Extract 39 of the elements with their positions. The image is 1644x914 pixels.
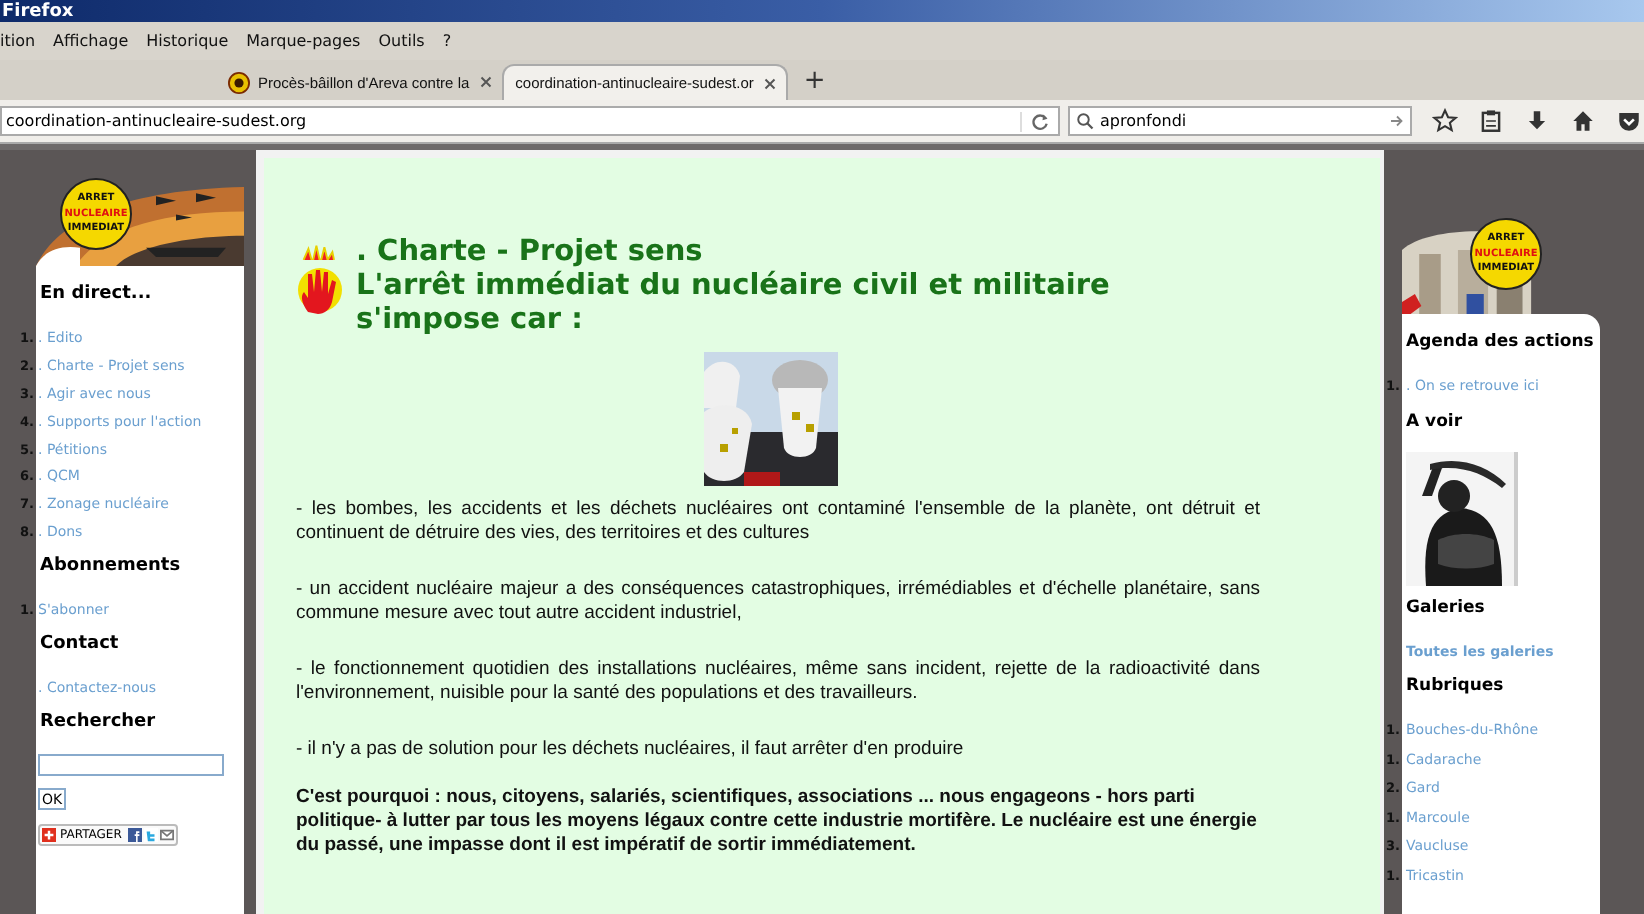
section-heading: Galeries (1406, 597, 1487, 617)
arrow-icon[interactable] (1388, 112, 1406, 130)
search-icon (1076, 112, 1094, 130)
paragraph: - un accident nucléaire majeur a des conséquences catastrophiques, irrémédiables et d'échelle planétaire, sans commune mesure avec tout autre accident industriel, (296, 578, 1260, 626)
search-field[interactable]: apronfondi (1068, 106, 1412, 136)
article-kicker: . Charte - Projet sens (356, 234, 705, 270)
reload-icon[interactable] (1020, 111, 1050, 131)
paragraph: C'est pourquoi : nous, citoyens, salariés, scientifiques, associations ... nous engageons - hors parti politique- à lutter par tous les moyens légaux contre cette industrie mortifère. Le nucléaire est une énergie du passé, une impasse dont il est impératif de sortir immédiatement. (296, 786, 1259, 858)
menu-item[interactable]: Affichage (53, 32, 129, 50)
menu-item[interactable]: ition (0, 32, 36, 50)
new-tab-button[interactable]: + (803, 64, 826, 100)
section-heading: Rubriques (1406, 676, 1506, 696)
download-icon[interactable] (1524, 108, 1550, 134)
paragraph: - le fonctionnement quotidien des installations nucléaires, même sans incident, rejette de la radioactivité dans l'environnement, nuisible pour la santé des populations et des travailleurs. (296, 658, 1260, 706)
window-title: Firefox (2, 1, 74, 21)
address-field[interactable]: coordination-antinucleaire-sudest.org (0, 106, 1060, 136)
article-title: L'arrêt immédiat du nucléaire civil et militaire s'impose car : (356, 270, 1112, 338)
menu-item[interactable]: Historique (146, 32, 229, 50)
clipboard-icon[interactable] (1478, 108, 1504, 134)
section-heading: Agenda des actions (1406, 332, 1596, 352)
paragraph: - les bombes, les accidents et les déchets nucléaires ont contaminé l'ensemble de la planète, ont détruit et continuent de détruire des vies, des territoires et des cultures (296, 498, 1260, 546)
section-heading: Rechercher (40, 711, 158, 732)
menu-item[interactable]: ? (442, 32, 452, 50)
section-heading: Abonnements (40, 556, 183, 577)
home-icon[interactable] (1570, 108, 1596, 134)
paragraph: - il n'y a pas de solution pour les déchets nucléaires, il faut arrêter d'en produire (296, 738, 966, 762)
facebook-icon[interactable] (127, 828, 142, 843)
section-heading: Contact (40, 634, 121, 655)
star-icon[interactable] (1432, 108, 1458, 134)
section-heading: En direct... (40, 284, 154, 304)
close-icon[interactable] (479, 76, 492, 88)
search-input[interactable] (38, 754, 224, 777)
favicon-icon (228, 71, 250, 93)
menu-item[interactable]: Outils (378, 32, 425, 50)
mail-icon[interactable] (159, 828, 174, 843)
section-heading: A voir (1406, 411, 1465, 431)
close-icon[interactable] (763, 77, 776, 89)
menu-item[interactable]: Marque-pages (246, 32, 361, 50)
plus-icon (42, 828, 56, 843)
